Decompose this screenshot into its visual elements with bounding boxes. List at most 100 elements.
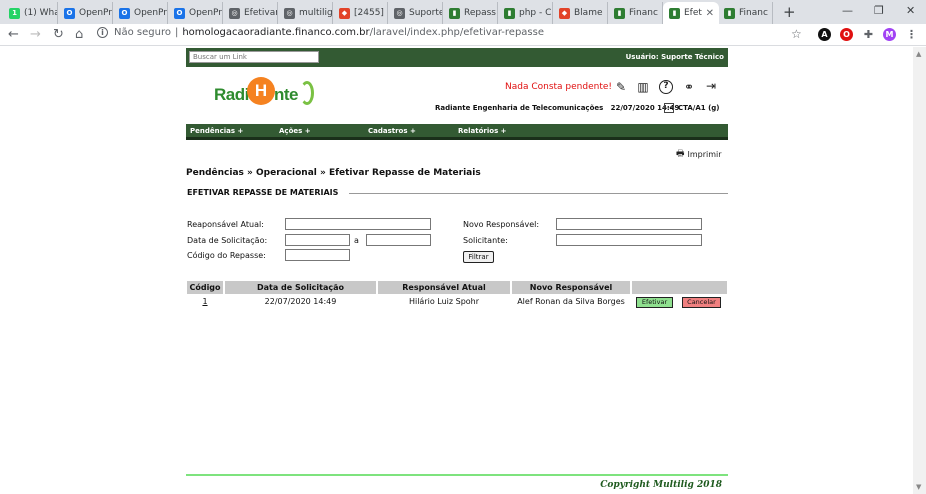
tab-label: [2455] — [354, 8, 384, 18]
browser-tab[interactable]: ◎ Efetivar — [223, 2, 278, 24]
user-info: Usuário: Suporte Técnico — [625, 53, 724, 61]
tab-label: Suporte — [409, 8, 443, 18]
unit-switch-icon[interactable]: ⇢ — [664, 103, 674, 113]
tab-favicon-icon: O — [174, 7, 185, 19]
row-codigo-link[interactable]: 1 — [187, 297, 223, 306]
browser-tab[interactable]: ◎ Suporte — [388, 2, 443, 24]
extensions-puzzle-icon[interactable]: ✚ — [862, 28, 875, 41]
bookmark-star-icon[interactable]: ☆ — [791, 27, 802, 41]
browser-tab[interactable]: ▮ Financ — [718, 2, 773, 24]
logo-wave — [300, 81, 314, 105]
extension-opera-icon[interactable]: O — [840, 28, 853, 41]
menu-relatorios[interactable]: Relatórios + — [458, 127, 507, 135]
browser-tab[interactable]: ◆ Blame — [553, 2, 608, 24]
home-icon[interactable]: ⌂ — [75, 27, 83, 42]
logo-word-right: nte — [274, 85, 299, 104]
address-bar: ← → ↻ ⌂ i Não seguro | homologacaoradian… — [0, 24, 926, 46]
help-icon[interactable]: ? — [659, 80, 673, 94]
section-divider — [349, 193, 728, 194]
scroll-down-icon[interactable]: ▼ — [916, 483, 921, 491]
site-header: Radi H nte — [186, 67, 728, 124]
network-icon[interactable]: ⚭ — [682, 80, 696, 94]
browser-tab[interactable]: ▮ Repass — [443, 2, 498, 24]
browser-tab[interactable]: ◎ multilig — [278, 2, 333, 24]
tab-label: OpenPr — [134, 8, 168, 18]
edit-pencil-icon[interactable]: ✎ — [614, 80, 628, 94]
section-title: EFETIVAR REPASSE DE MATERIAIS — [187, 188, 339, 197]
info-icon[interactable]: i — [97, 27, 108, 38]
tab-favicon-icon: ▮ — [669, 7, 680, 19]
scroll-up-icon[interactable]: ▲ — [916, 50, 921, 58]
filter-button[interactable]: Filtrar — [463, 251, 494, 263]
back-icon[interactable]: ← — [8, 27, 19, 42]
profile-avatar[interactable]: M — [883, 28, 896, 41]
minimize-icon[interactable]: — — [842, 4, 853, 17]
label-solicitante: Solicitante: — [463, 236, 508, 245]
extension-a-icon[interactable]: A — [818, 28, 831, 41]
unit-label: CTA/A1 (g) — [678, 104, 720, 112]
close-tab-icon[interactable]: ✕ — [706, 8, 714, 19]
company-name: Radiante Engenharia de Telecomunicações … — [435, 104, 680, 112]
browser-tab[interactable]: O OpenPr — [113, 2, 168, 24]
date-separator: a — [354, 236, 359, 245]
solicitante-input[interactable] — [556, 234, 702, 246]
tab-favicon-icon: ◆ — [339, 7, 350, 19]
col-data-solicitacao: Data de Solicitação — [225, 281, 376, 294]
radiante-logo[interactable]: Radi H nte — [214, 77, 314, 109]
label-data-solicitacao: Data de Solicitação: — [187, 236, 268, 245]
label-codigo-repasse: Código do Repasse: — [187, 251, 266, 260]
tab-label: Financ — [629, 8, 658, 18]
responsavel-atual-input[interactable] — [285, 218, 431, 230]
label-responsavel-atual: Reaponsável Atual: — [187, 220, 264, 229]
tab-favicon-icon: ◎ — [284, 7, 295, 19]
browser-tab-bar: 1 (1) Wha O OpenPr O OpenPr O OpenPr ◎ Efetivar ◎ m… — [0, 0, 926, 24]
browser-tab[interactable]: O OpenPr — [168, 2, 223, 24]
logo-word-left: Radi — [214, 85, 249, 104]
tab-favicon-icon: ▮ — [449, 7, 460, 19]
efetivar-button[interactable]: Efetivar — [636, 297, 673, 308]
logo-mark: H — [247, 77, 275, 105]
row-responsavel: Hilário Luiz Spohr — [408, 297, 480, 306]
tab-favicon-icon: 1 — [9, 7, 20, 19]
link-search-input[interactable] — [189, 51, 319, 63]
col-novo-responsavel: Novo Responsável — [512, 281, 630, 294]
tab-label: OpenPr — [189, 8, 223, 18]
browser-tab[interactable]: ▮ Efet ✕ — [663, 2, 719, 24]
url-host: homologacaoradiante.financo.com.br — [182, 27, 370, 38]
tab-favicon-icon: ◆ — [559, 7, 570, 19]
tab-label: Blame — [574, 8, 603, 18]
forward-icon[interactable]: → — [30, 27, 41, 42]
top-strip: Usuário: Suporte Técnico — [186, 48, 728, 67]
reload-icon[interactable]: ↻ — [53, 27, 64, 42]
menu-pendencias[interactable]: Pendências + — [190, 127, 243, 135]
browser-tab[interactable]: ▮ php - C — [498, 2, 553, 24]
browser-tab[interactable]: 1 (1) Wha — [3, 2, 58, 24]
pending-alert[interactable]: Nada Consta pendente! — [505, 82, 612, 92]
close-window-icon[interactable]: ✕ — [906, 4, 915, 17]
restore-icon[interactable]: ❐ — [874, 4, 884, 17]
map-icon[interactable]: ▥ — [636, 80, 650, 94]
cancelar-button[interactable]: Cancelar — [682, 297, 721, 308]
row-data: 22/07/2020 14:49 — [264, 297, 337, 306]
tab-label: Financ — [739, 8, 768, 18]
url-field[interactable]: i Não seguro | homologacaoradiante.finan… — [97, 27, 544, 38]
print-link[interactable]: 🖶 Imprimir — [676, 146, 722, 162]
breadcrumb: Pendências » Operacional » Efetivar Repa… — [186, 168, 481, 178]
menu-acoes[interactable]: Ações + — [279, 127, 311, 135]
tab-favicon-icon: ▮ — [724, 7, 735, 19]
browser-tab[interactable]: ◆ [2455] — [333, 2, 388, 24]
codigo-repasse-input[interactable] — [285, 249, 350, 261]
date-to-input[interactable] — [366, 234, 431, 246]
tab-label: php - C — [519, 8, 552, 18]
browser-tab[interactable]: ▮ Financ — [608, 2, 663, 24]
date-from-input[interactable] — [285, 234, 350, 246]
url-path: /laravel/index.php/efetivar-repasse — [369, 27, 544, 38]
novo-responsavel-input[interactable] — [556, 218, 702, 230]
new-tab-button[interactable]: + — [783, 3, 796, 21]
exit-door-icon[interactable]: ⇥ — [704, 79, 718, 93]
menu-cadastros[interactable]: Cadastros + — [368, 127, 416, 135]
page-container: Usuário: Suporte Técnico Radi H nte Pend… — [186, 48, 728, 490]
browser-tab[interactable]: O OpenPr — [58, 2, 113, 24]
page-scrollbar[interactable]: ▲ ▼ — [913, 47, 926, 494]
browser-menu-icon[interactable]: ⋮ — [905, 28, 918, 41]
